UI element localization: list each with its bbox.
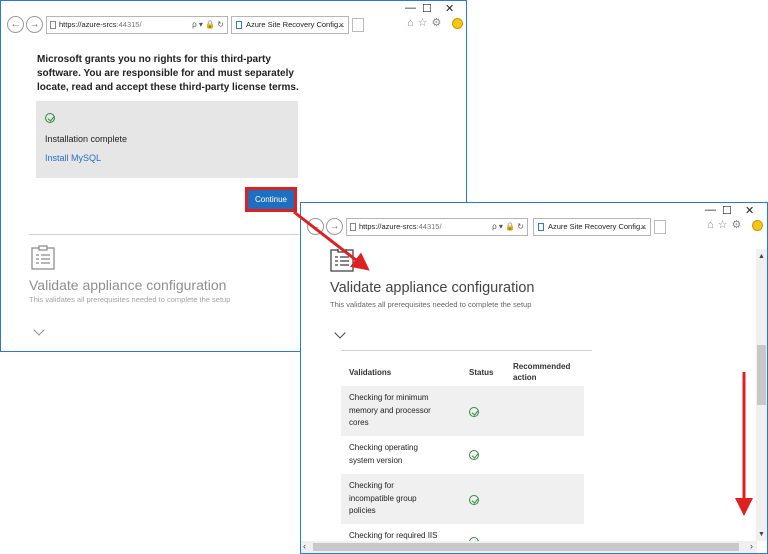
address-tools[interactable]: ρ ▾ 🔒 ↻ xyxy=(192,17,224,33)
address-bar[interactable]: https://azure-srcs:44315/ ρ ▾ 🔒 ↻ xyxy=(346,218,528,236)
installation-status-text: Installation complete xyxy=(45,134,128,144)
status-check-icon xyxy=(469,407,479,417)
browser-toolbar: ← → https://azure-srcs:44315/ ρ ▾ 🔒 ↻ Az… xyxy=(301,203,767,249)
new-tab-button[interactable] xyxy=(352,18,364,32)
maximize-button[interactable]: ☐ xyxy=(722,204,732,217)
validation-name-line: Checking for required IIS xyxy=(349,531,438,540)
installation-status-panel: Installation complete Install MySQL xyxy=(36,101,298,178)
header-recommended-action: Recommended action xyxy=(513,361,570,383)
table-row: Checking for incompatible group policies xyxy=(341,474,584,524)
close-button[interactable]: ✕ xyxy=(445,2,454,15)
table-row: Checking for required IIS xyxy=(341,524,584,541)
status-check-icon xyxy=(469,495,479,505)
back-button[interactable]: ← xyxy=(307,218,324,235)
maximize-button[interactable]: ☐ xyxy=(422,2,432,15)
header-action-line2: action xyxy=(513,373,537,382)
feedback-smiley-icon[interactable] xyxy=(752,220,763,231)
close-button[interactable]: ✕ xyxy=(745,204,754,217)
header-action-line1: Recommended xyxy=(513,362,571,371)
browser-tab[interactable]: Azure Site Recovery Config... × xyxy=(231,16,349,34)
home-favorites-settings-icons[interactable]: ⌂☆⚙ xyxy=(707,218,745,231)
address-tools[interactable]: ρ ▾ 🔒 ↻ xyxy=(492,219,524,235)
tab-favicon xyxy=(236,21,242,29)
validation-name-line: cores xyxy=(349,418,369,427)
clipboard-checklist-icon xyxy=(330,249,354,272)
validation-name: Checking for incompatible group policies xyxy=(349,480,449,518)
validation-name-line: Checking for minimum xyxy=(349,393,429,402)
tab-title: Azure Site Recovery Config... xyxy=(548,222,647,231)
browser-tab[interactable]: Azure Site Recovery Config... × xyxy=(533,218,651,236)
minimize-button[interactable]: — xyxy=(405,2,416,14)
page-icon xyxy=(50,21,56,29)
tab-close-icon[interactable]: × xyxy=(339,17,344,33)
validate-section-title: Validate appliance configuration xyxy=(29,277,227,293)
url-host: https://azure-srcs xyxy=(359,222,417,231)
clipboard-checklist-icon xyxy=(31,245,55,270)
license-text: Microsoft grants you no rights for this … xyxy=(37,54,299,93)
forward-button[interactable]: → xyxy=(26,16,43,33)
page-icon xyxy=(350,223,356,231)
vertical-scrollbar[interactable]: ▲ ▼ xyxy=(756,249,767,541)
validation-name: Checking for minimum memory and processo… xyxy=(349,392,449,430)
scroll-up-icon[interactable]: ▲ xyxy=(758,253,765,260)
browser-toolbar: ← → https://azure-srcs:44315/ ρ ▾ 🔒 ↻ Az… xyxy=(1,1,466,47)
validation-name-line: incompatible group xyxy=(349,493,417,503)
horizontal-scrollbar[interactable]: ‹ › xyxy=(301,541,757,553)
validation-name: Checking for required IIS xyxy=(349,530,461,541)
validation-name-line: memory and processor xyxy=(349,405,431,415)
validation-name-line: Checking for xyxy=(349,481,394,490)
install-mysql-link[interactable]: Install MySQL xyxy=(45,153,101,163)
back-button[interactable]: ← xyxy=(7,16,24,33)
horizontal-scroll-thumb[interactable] xyxy=(313,543,739,551)
validation-name-line: Checking operating xyxy=(349,443,418,452)
vertical-scroll-thumb[interactable] xyxy=(757,345,766,405)
validation-name-line: system version xyxy=(349,455,403,465)
continue-button[interactable]: Continue xyxy=(248,190,294,209)
validate-section-subtitle: This validates all prerequisites needed … xyxy=(330,300,532,309)
header-status: Status xyxy=(469,368,494,377)
validate-section-title: Validate appliance configuration xyxy=(330,280,535,296)
validation-page: Validate appliance configuration This va… xyxy=(301,249,757,541)
validation-name: Checking operating system version xyxy=(349,442,449,467)
table-row: Checking operating system version xyxy=(341,436,584,474)
browser-window-validation: ← → https://azure-srcs:44315/ ρ ▾ 🔒 ↻ Az… xyxy=(300,202,768,554)
feedback-smiley-icon[interactable] xyxy=(452,18,463,29)
url-host: https://azure-srcs xyxy=(59,20,117,29)
url-port: :44315/ xyxy=(416,222,442,231)
minimize-button[interactable]: — xyxy=(705,204,716,216)
tab-favicon xyxy=(538,223,544,231)
validation-name-line: policies xyxy=(349,506,376,515)
table-row: Checking for minimum memory and processo… xyxy=(341,386,584,436)
continue-highlight: Continue xyxy=(245,187,297,212)
check-circle-icon xyxy=(45,113,55,123)
url-port: :44315/ xyxy=(116,20,142,29)
scroll-left-icon[interactable]: ‹ xyxy=(303,541,306,551)
tab-close-icon[interactable]: × xyxy=(641,219,646,235)
scroll-down-icon[interactable]: ▼ xyxy=(758,531,765,538)
chevron-down-icon[interactable] xyxy=(33,324,45,336)
chevron-down-icon[interactable] xyxy=(334,327,346,339)
validate-section-subtitle: This validates all prerequisites needed … xyxy=(29,295,231,304)
scroll-right-icon[interactable]: › xyxy=(750,541,753,551)
forward-button[interactable]: → xyxy=(326,218,343,235)
tab-title: Azure Site Recovery Config... xyxy=(246,20,345,29)
address-bar[interactable]: https://azure-srcs:44315/ ρ ▾ 🔒 ↻ xyxy=(46,16,228,34)
header-validations: Validations xyxy=(349,368,392,377)
home-favorites-settings-icons[interactable]: ⌂☆⚙ xyxy=(407,16,445,29)
section-divider xyxy=(29,234,299,235)
new-tab-button[interactable] xyxy=(654,220,666,234)
status-check-icon xyxy=(469,450,479,460)
section-divider xyxy=(341,350,592,351)
